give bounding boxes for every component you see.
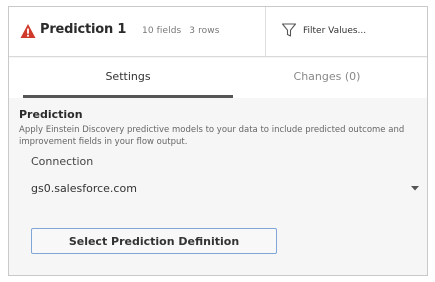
tab-changes[interactable]: Changes (0) [233,58,421,98]
step-meta: 10 fields 3 rows [142,26,225,36]
section-title: Prediction [19,108,83,121]
prediction-panel: Prediction 1 10 fields 3 rows Filter Val… [8,6,428,276]
step-title: Prediction 1 [40,22,127,37]
tab-bar: Settings Changes (0) [9,58,427,98]
panel-header: Prediction 1 10 fields 3 rows Filter Val… [9,7,427,57]
select-prediction-definition-button[interactable]: Select Prediction Definition [31,228,277,254]
filter-values-button[interactable]: Filter Values... [303,26,366,36]
connection-label: Connection [31,155,94,168]
filter-icon[interactable] [281,22,297,38]
settings-content: Prediction Apply Einstein Discovery pred… [9,98,427,275]
field-count: 10 fields [142,26,182,36]
warning-icon [20,24,36,38]
chevron-down-icon [411,186,419,191]
connection-value: gs0.salesforce.com [31,182,137,195]
section-description: Apply Einstein Discovery predictive mode… [19,125,405,147]
row-count: 3 rows [189,26,220,36]
tab-settings[interactable]: Settings [23,58,233,98]
header-divider [265,7,266,56]
